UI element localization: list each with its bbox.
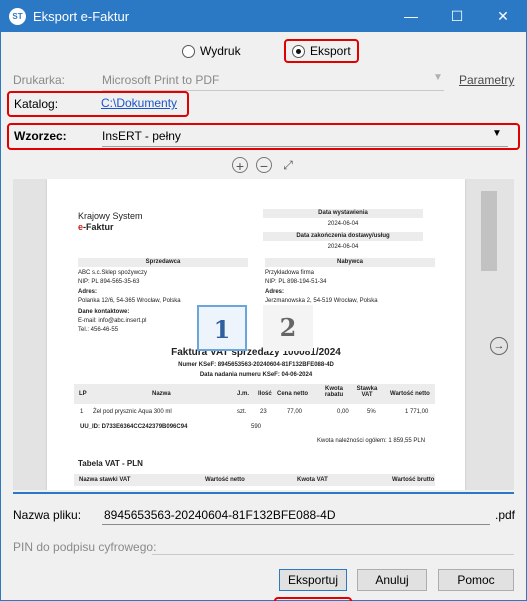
table-cell: 5% — [367, 409, 376, 415]
delivery-date-label: Data zakończenia dostawy/usług — [263, 232, 423, 241]
table-header-bg — [74, 384, 435, 404]
uu-id-suffix: 590 — [251, 424, 262, 430]
fit-page-icon[interactable]: ⤢ — [280, 157, 296, 173]
ksef-number: Numer KSeF: 8945653563-20240604-81F132BF… — [178, 362, 334, 368]
table-header: Wartość netto — [390, 391, 430, 397]
buyer-label: Nabywca — [265, 258, 435, 267]
table-header: LP — [79, 391, 87, 397]
seller-name: ABC s.c.Sklep spożywczy — [78, 270, 148, 276]
printer-select[interactable]: Microsoft Print to PDF — [102, 73, 219, 87]
export-button-highlight — [274, 597, 352, 601]
filename-extension: .pdf — [495, 508, 516, 522]
template-underline — [102, 146, 508, 147]
issue-date: 2024-06-04 — [327, 221, 359, 227]
contact-phone: Tel.: 456-46-55 — [78, 327, 119, 333]
zoom-out-icon[interactable]: − — [256, 157, 272, 174]
dialog-body: Wydruk Eksport Drukarka: Microsoft Print… — [1, 32, 526, 601]
filename-underline — [102, 524, 490, 525]
printer-dropdown-icon[interactable]: ▼ — [433, 72, 443, 83]
preview-divider — [13, 492, 514, 494]
radio-wydruk[interactable]: Wydruk — [182, 40, 241, 62]
contact-label: Dane kontaktowe: — [78, 309, 130, 315]
radio-eksport-label: Eksport — [310, 44, 351, 58]
table-cell: 0,00 — [337, 409, 349, 415]
radio-eksport[interactable]: Eksport — [284, 39, 359, 63]
seller-nip: NIP: PL 894-565-35-63 — [78, 279, 140, 285]
seller-address-label: Adres: — [78, 289, 98, 295]
brand-rest: -Faktur — [83, 222, 114, 232]
vat-header: Kwota VAT — [297, 477, 328, 483]
app-icon: ST — [9, 8, 26, 25]
radio-unchecked-icon — [182, 44, 195, 58]
pin-label: PIN do podpisu cyfrowego: — [13, 540, 157, 554]
pin-input[interactable] — [152, 554, 514, 555]
template-dropdown-icon[interactable]: ▼ — [492, 128, 502, 139]
buyer-address: Jerzmanowska 2, 54-519 Wrocław, Polska — [265, 298, 378, 304]
table-header: J.m. — [237, 391, 250, 397]
template-select[interactable]: InsERT - pełny — [102, 129, 181, 143]
table-cell: 1 — [80, 409, 84, 415]
invoice-page: Krajowy System e-Faktur Data wystawienia… — [47, 179, 465, 490]
help-button[interactable]: Pomoc — [438, 569, 514, 591]
printer-label: Drukarka: — [13, 73, 66, 87]
buyer-name: Przykładowa firma — [265, 270, 315, 276]
radio-wydruk-label: Wydruk — [200, 44, 241, 58]
seller-address: Polanka 12/6, 54-365 Wrocław, Polska — [78, 298, 181, 304]
buyer-address-label: Adres: — [265, 289, 285, 295]
table-header: Kwota rabatu — [324, 386, 344, 398]
table-cell: 23 — [260, 409, 267, 415]
radio-checked-icon — [292, 44, 305, 58]
table-cell: szt. — [237, 409, 247, 415]
vertical-scrollbar[interactable] — [481, 191, 497, 271]
table-header: Stawka VAT — [356, 386, 378, 398]
page-thumbnail-1[interactable]: 1 — [197, 305, 247, 351]
vat-header: Wartość netto — [205, 477, 245, 483]
export-dialog: ST Eksport e-Faktur — ☐ ✕ Wydruk Eksport… — [0, 0, 527, 601]
filename-input[interactable]: 8945653563-20240604-81F132BFE088-4D — [104, 508, 336, 522]
close-icon[interactable]: ✕ — [480, 1, 526, 32]
contact-email: E-mail: info@abc.insert.pl — [78, 318, 147, 324]
ksef-date: Data nadania numeru KSeF: 04-06-2024 — [199, 372, 313, 378]
table-cell: 1 771,00 — [405, 409, 429, 415]
filename-label: Nazwa pliku: — [13, 508, 82, 522]
next-page-icon[interactable]: → — [490, 337, 508, 355]
table-cell: 77,00 — [287, 409, 303, 415]
cancel-button[interactable]: Anuluj — [357, 569, 427, 591]
maximize-icon[interactable]: ☐ — [434, 1, 480, 32]
parameters-link[interactable]: Parametry — [459, 73, 514, 87]
invoice-title: Faktura VAT sprzedaży 100081/2024 — [171, 347, 341, 358]
delivery-date: 2024-06-04 — [327, 244, 359, 250]
export-button[interactable]: Eksportuj — [279, 569, 347, 591]
catalog-label: Katalog: — [14, 97, 59, 111]
total-amount: Kwota należności ogółem: 1 859,55 PLN — [317, 438, 426, 444]
table-header: Cena netto — [277, 391, 309, 397]
minimize-icon[interactable]: — — [388, 1, 434, 32]
table-cell: Żel pod prysznic Aqua 300 ml — [93, 409, 172, 415]
vat-header: Wartość brutto — [392, 477, 435, 483]
issue-date-label: Data wystawienia — [263, 209, 423, 218]
brand-line2: e-Faktur — [78, 222, 114, 232]
buyer-nip: NIP: PL 898-194-51-34 — [265, 279, 327, 285]
seller-label: Sprzedawca — [78, 258, 248, 267]
window-title: Eksport e-Faktur — [33, 9, 130, 24]
table-header: Ilość — [258, 391, 272, 397]
table-header: Nazwa — [152, 391, 171, 397]
brand-line1: Krajowy System — [78, 211, 143, 221]
template-label: Wzorzec: — [14, 129, 67, 143]
uu-id: UU_ID: D733E6364CC242379B096C94 — [80, 424, 188, 430]
vat-table-title: Tabela VAT - PLN — [78, 459, 143, 468]
title-bar[interactable]: ST Eksport e-Faktur — ☐ ✕ — [1, 1, 526, 32]
page-thumbnail-2[interactable]: 2 — [263, 305, 313, 351]
catalog-link[interactable]: C:\Dokumenty — [101, 96, 177, 110]
vat-header: Nazwa stawki VAT — [79, 477, 131, 483]
zoom-in-icon[interactable]: + — [232, 157, 248, 174]
